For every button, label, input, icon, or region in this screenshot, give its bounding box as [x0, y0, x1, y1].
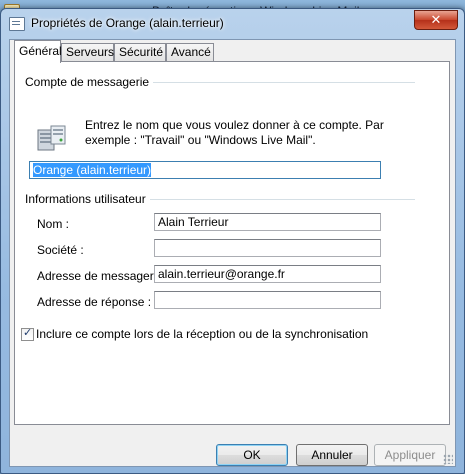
- account-name-input[interactable]: Orange (alain.terrieur): [29, 161, 381, 179]
- account-group-label: Compte de messagerie: [25, 75, 154, 89]
- account-name-explanation: Entrez le nom que vous voulez donner à c…: [85, 118, 384, 147]
- account-name-value: Orange (alain.terrieur): [33, 163, 152, 177]
- tab-advanced[interactable]: Avancé: [166, 43, 214, 61]
- include-account-checkbox[interactable]: [21, 326, 34, 341]
- close-button[interactable]: ✕: [414, 10, 458, 30]
- general-tab-panel: Compte de messagerie Entrez le nom que v…: [14, 61, 450, 425]
- account-properties-icon: [9, 17, 25, 31]
- email-input[interactable]: alain.terrieur@orange.fr: [154, 265, 381, 283]
- tab-servers[interactable]: Serveurs: [61, 43, 114, 61]
- properties-dialog: Propriétés de Orange (alain.terrieur) ✕ …: [0, 8, 465, 474]
- name-input[interactable]: Alain Terrieur: [154, 213, 381, 231]
- tab-strip: Général Serveurs Sécurité Avancé: [10, 40, 455, 63]
- tab-security[interactable]: Sécurité: [114, 43, 166, 61]
- reply-address-label: Adresse de réponse :: [37, 295, 152, 309]
- email-label: Adresse de messagerie :: [37, 269, 170, 283]
- include-account-label[interactable]: Inclure ce compte lors de la réception o…: [36, 327, 368, 341]
- resize-grip[interactable]: [443, 454, 453, 464]
- group-divider: [145, 199, 415, 200]
- name-label: Nom :: [37, 217, 70, 231]
- apply-button[interactable]: Appliquer: [374, 444, 446, 466]
- user-info-group-label: Informations utilisateur: [25, 192, 150, 206]
- company-input[interactable]: [154, 239, 381, 257]
- company-label: Société :: [37, 243, 84, 257]
- dialog-titlebar[interactable]: Propriétés de Orange (alain.terrieur) ✕: [1, 9, 464, 39]
- reply-address-input[interactable]: [154, 291, 381, 309]
- tab-general[interactable]: Général: [14, 40, 62, 63]
- ok-button[interactable]: OK: [216, 444, 288, 466]
- dialog-title: Propriétés de Orange (alain.terrieur): [31, 16, 224, 30]
- dialog-client-area: Général Serveurs Sécurité Avancé Compte …: [9, 39, 456, 467]
- cancel-button[interactable]: Annuler: [296, 444, 368, 466]
- mail-server-icon: [37, 125, 66, 151]
